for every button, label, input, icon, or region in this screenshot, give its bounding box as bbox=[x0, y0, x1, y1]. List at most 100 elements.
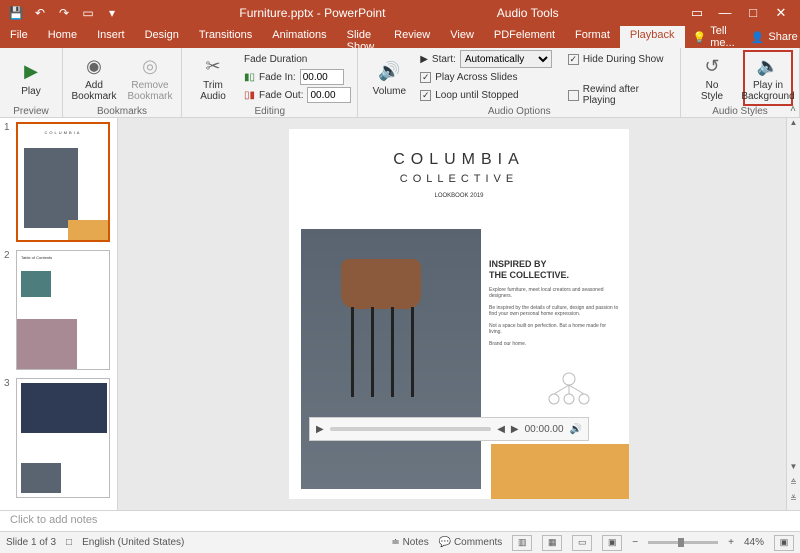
play-button[interactable]: ▶ Play bbox=[6, 50, 56, 106]
save-icon[interactable]: 💾 bbox=[8, 5, 24, 21]
thumbnail-2-preview: Table of Contents bbox=[16, 250, 110, 370]
group-preview: ▶ Play Preview bbox=[0, 48, 63, 117]
notes-pane[interactable]: Click to add notes bbox=[0, 510, 800, 531]
fade-in-icon: ▮▯ bbox=[244, 72, 255, 83]
paragraph-2: Be inspired by the details of culture, d… bbox=[489, 305, 619, 317]
orange-block bbox=[491, 444, 629, 499]
prev-slide-icon[interactable]: ≙ bbox=[787, 478, 800, 492]
slide-canvas[interactable]: COLUMBIA COLLECTIVE LOOKBOOK 2019 INSPIR… bbox=[118, 118, 800, 510]
vertical-scrollbar[interactable]: ▲ ▼ ≙ ≚ bbox=[786, 118, 800, 510]
spellcheck-icon[interactable]: □ bbox=[66, 537, 72, 548]
trim-audio-icon: ✂ bbox=[201, 54, 225, 78]
comments-button[interactable]: 💬 Comments bbox=[439, 537, 503, 548]
close-icon[interactable]: ✕ bbox=[770, 5, 792, 21]
player-volume-icon[interactable]: 🔊 bbox=[570, 424, 582, 435]
fit-to-window-icon[interactable]: ▣ bbox=[774, 535, 794, 551]
paragraph-4: Brand our home. bbox=[489, 341, 619, 347]
fade-out-input[interactable] bbox=[307, 87, 351, 103]
player-next-icon[interactable]: ▶ bbox=[511, 424, 519, 435]
tab-slideshow[interactable]: Slide Show bbox=[337, 26, 385, 48]
group-label-preview: Preview bbox=[6, 106, 56, 119]
tab-animations[interactable]: Animations bbox=[262, 26, 336, 48]
document-title: Furniture.pptx - PowerPoint bbox=[239, 6, 385, 20]
slide-text-column: INSPIRED BY THE COLLECTIVE. Explore furn… bbox=[489, 259, 619, 347]
no-style-icon: ↺ bbox=[700, 54, 724, 78]
zoom-slider[interactable] bbox=[648, 541, 718, 544]
loop-checkbox[interactable]: ✓ bbox=[420, 90, 431, 101]
tab-transitions[interactable]: Transitions bbox=[189, 26, 262, 48]
rewind-checkbox[interactable] bbox=[568, 90, 579, 101]
heading-line1: INSPIRED BY bbox=[489, 259, 619, 270]
slide-thumbnails-panel[interactable]: 1 COLUMBIA 2 Table of Contents 3 bbox=[0, 118, 118, 510]
tab-review[interactable]: Review bbox=[384, 26, 440, 48]
audio-player[interactable]: ▶ ◀ ▶ 00:00.00 🔊 bbox=[309, 417, 589, 441]
add-bookmark-button[interactable]: ◉ Add Bookmark bbox=[69, 50, 119, 106]
minimize-icon[interactable]: — bbox=[714, 5, 736, 21]
paragraph-1: Explore furniture, meet local creators a… bbox=[489, 287, 619, 299]
paragraph-3: Not a space built on perfection. But a h… bbox=[489, 323, 619, 335]
tab-format[interactable]: Format bbox=[565, 26, 620, 48]
tab-playback[interactable]: Playback bbox=[620, 26, 685, 48]
slide-lookbook: LOOKBOOK 2019 bbox=[289, 193, 629, 199]
thumbnail-2[interactable]: 2 Table of Contents bbox=[4, 250, 113, 370]
scroll-down-icon[interactable]: ▼ bbox=[787, 462, 800, 476]
tab-home[interactable]: Home bbox=[38, 26, 87, 48]
rewind-label: Rewind after Playing bbox=[583, 84, 674, 106]
tab-pdfelement[interactable]: PDFelement bbox=[484, 26, 565, 48]
tell-me[interactable]: 💡Tell me... bbox=[685, 26, 743, 48]
tab-design[interactable]: Design bbox=[135, 26, 189, 48]
player-track[interactable] bbox=[330, 427, 492, 431]
zoom-in-icon[interactable]: + bbox=[728, 537, 734, 548]
audio-options-col1: ▶ Start: Automatically ✓ Play Across Sli… bbox=[420, 50, 552, 104]
trim-audio-button[interactable]: ✂ Trim Audio bbox=[188, 50, 238, 106]
qat-dropdown-icon[interactable]: ▾ bbox=[104, 5, 120, 21]
share-button[interactable]: 👤Share bbox=[743, 26, 800, 48]
collapse-ribbon-icon[interactable]: ˄ bbox=[790, 104, 796, 115]
language-indicator[interactable]: English (United States) bbox=[82, 537, 184, 548]
player-prev-icon[interactable]: ◀ bbox=[497, 424, 505, 435]
slide-sorter-icon[interactable]: ▦ bbox=[542, 535, 562, 551]
start-from-beginning-icon[interactable]: ▭ bbox=[80, 5, 96, 21]
start-icon: ▶ bbox=[420, 54, 428, 65]
zoom-level[interactable]: 44% bbox=[744, 537, 764, 548]
play-in-background-button[interactable]: 🔈 Play in Background bbox=[743, 50, 793, 106]
slideshow-view-icon[interactable]: ▣ bbox=[602, 535, 622, 551]
fade-out-label: Fade Out: bbox=[259, 90, 303, 101]
group-audio-styles: ↺ No Style 🔈 Play in Background Audio St… bbox=[681, 48, 800, 117]
play-across-checkbox[interactable]: ✓ bbox=[420, 72, 431, 83]
remove-bookmark-icon: ◎ bbox=[138, 54, 162, 78]
reading-view-icon[interactable]: ▭ bbox=[572, 535, 592, 551]
notes-button[interactable]: ≐ Notes bbox=[391, 537, 428, 548]
scroll-up-icon[interactable]: ▲ bbox=[787, 118, 800, 132]
title-center: Furniture.pptx - PowerPoint Audio Tools bbox=[128, 6, 678, 20]
slide-title: COLUMBIA bbox=[289, 151, 629, 169]
lightbulb-icon: 💡 bbox=[693, 31, 707, 44]
zoom-out-icon[interactable]: − bbox=[632, 537, 638, 548]
window-controls: ▭ — □ ✕ bbox=[678, 5, 800, 21]
start-select[interactable]: Automatically bbox=[460, 50, 552, 68]
thumbnail-3[interactable]: 3 bbox=[4, 378, 113, 498]
group-bookmarks: ◉ Add Bookmark ◎ Remove Bookmark Bookmar… bbox=[63, 48, 182, 117]
volume-button[interactable]: 🔊 Volume bbox=[364, 50, 414, 106]
tab-insert[interactable]: Insert bbox=[87, 26, 135, 48]
play-across-label: Play Across Slides bbox=[435, 72, 517, 83]
slide-counter[interactable]: Slide 1 of 3 bbox=[6, 537, 56, 548]
tab-view[interactable]: View bbox=[440, 26, 484, 48]
play-icon: ▶ bbox=[19, 60, 43, 84]
tab-file[interactable]: File bbox=[0, 26, 38, 48]
ribbon-display-icon[interactable]: ▭ bbox=[686, 5, 708, 21]
fade-in-input[interactable] bbox=[300, 69, 344, 85]
hide-checkbox[interactable]: ✓ bbox=[568, 54, 579, 65]
undo-icon[interactable]: ↶ bbox=[32, 5, 48, 21]
maximize-icon[interactable]: □ bbox=[742, 5, 764, 21]
normal-view-icon[interactable]: ▥ bbox=[512, 535, 532, 551]
share-icon: 👤 bbox=[751, 31, 765, 44]
no-style-button[interactable]: ↺ No Style bbox=[687, 50, 737, 106]
player-play-icon[interactable]: ▶ bbox=[316, 424, 324, 435]
quick-access-toolbar: 💾 ↶ ↷ ▭ ▾ bbox=[0, 5, 128, 21]
thumbnail-1[interactable]: 1 COLUMBIA bbox=[4, 122, 113, 242]
heading-line2: THE COLLECTIVE. bbox=[489, 270, 619, 281]
next-slide-icon[interactable]: ≚ bbox=[787, 494, 800, 508]
fade-out-icon: ▯▮ bbox=[244, 90, 255, 101]
redo-icon[interactable]: ↷ bbox=[56, 5, 72, 21]
